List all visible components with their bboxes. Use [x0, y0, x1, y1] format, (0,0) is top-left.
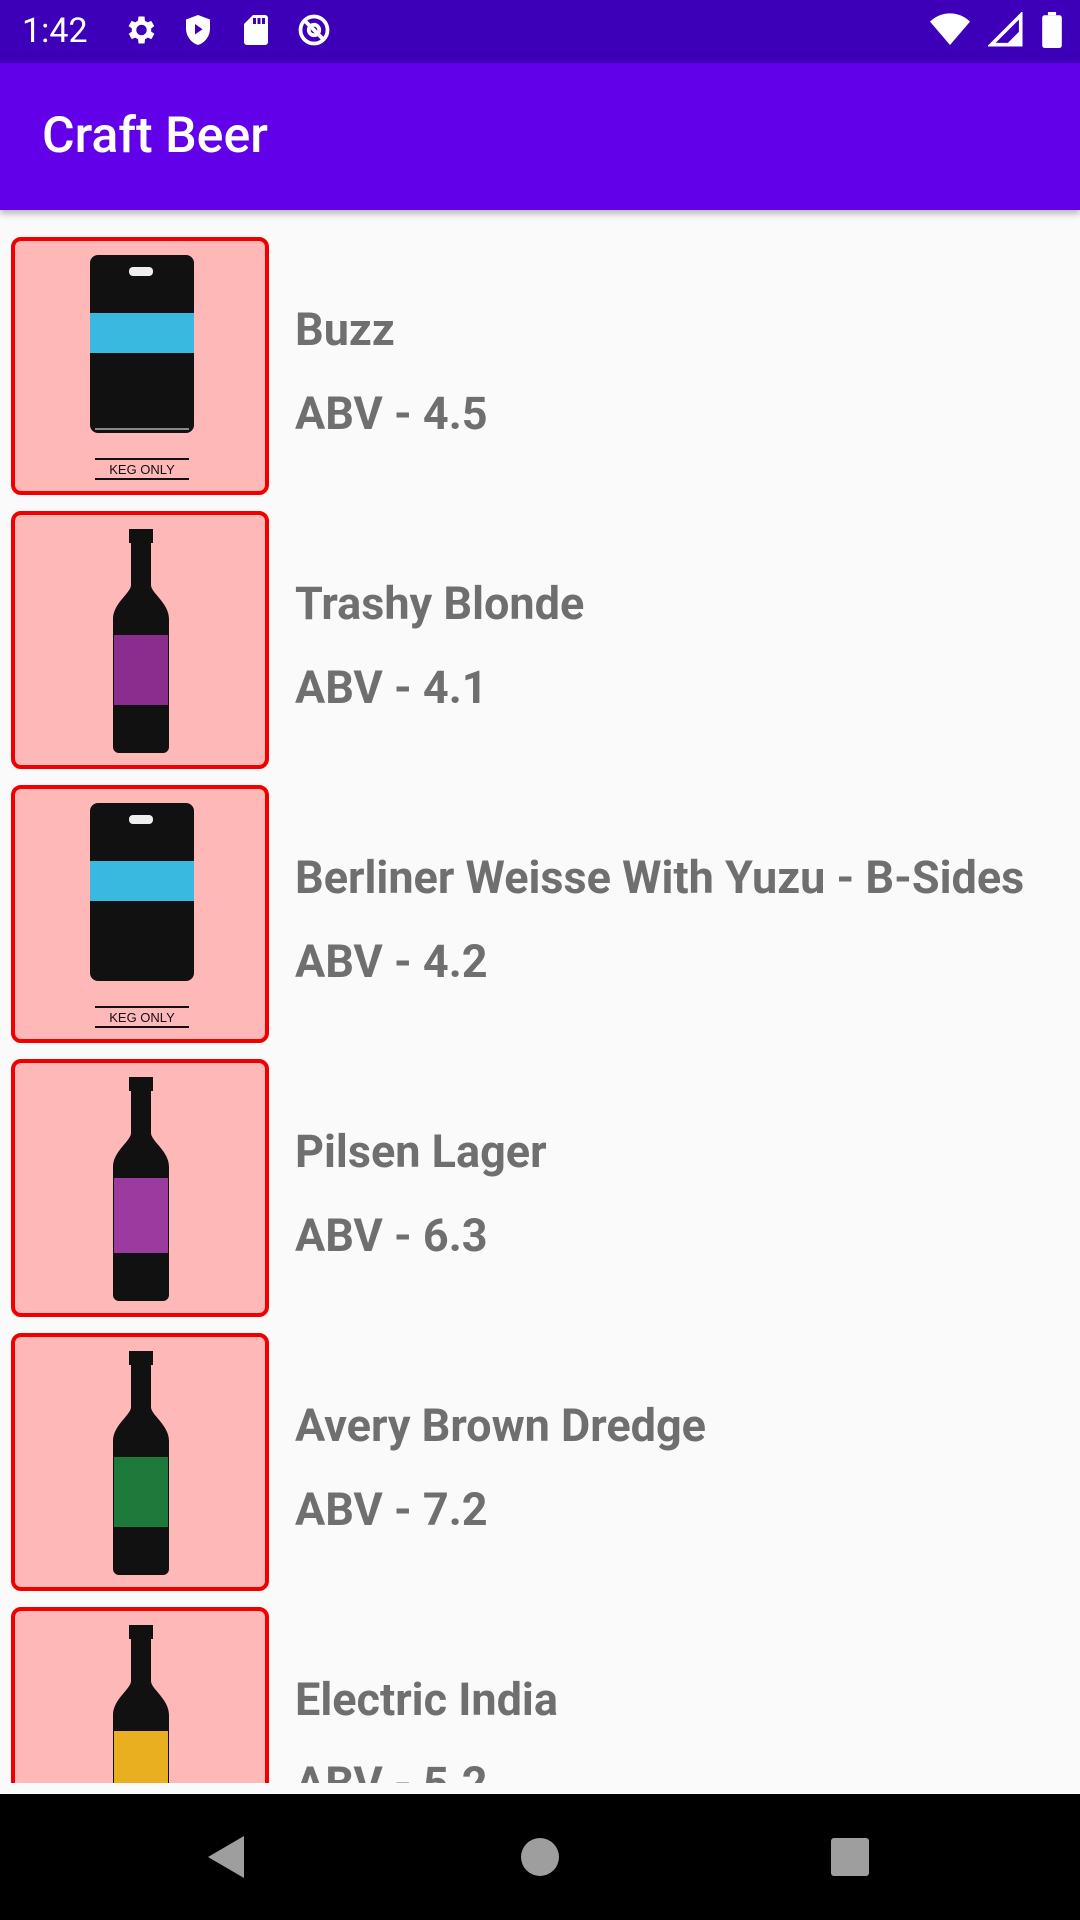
list-item[interactable]: Pilsen Lager ABV - 6.3 — [0, 1032, 1080, 1317]
status-right-icons — [930, 12, 1062, 48]
app-bar: Craft Beer — [0, 63, 1080, 210]
keg-icon: KEG ONLY — [90, 803, 194, 1028]
list-item[interactable]: Avery Brown Dredge ABV - 7.2 — [0, 1306, 1080, 1591]
bottle-green-label-icon — [113, 1351, 169, 1575]
bottle-purple-label-icon — [113, 1077, 169, 1301]
beer-thumbnail — [11, 1059, 269, 1317]
beer-thumbnail — [11, 511, 269, 769]
beer-abv: ABV - 4.5 — [295, 387, 488, 440]
at-sign-icon — [298, 14, 330, 46]
list-item[interactable]: Trashy Blonde ABV - 4.1 — [0, 484, 1080, 769]
beer-abv: ABV - 7.2 — [295, 1483, 488, 1536]
back-icon[interactable] — [190, 1822, 260, 1892]
beer-thumbnail — [11, 1607, 269, 1783]
wifi-icon — [930, 13, 970, 45]
status-bar: 1:42 — [0, 0, 1080, 63]
beer-name: Electric India — [295, 1673, 558, 1726]
beer-name: Pilsen Lager — [295, 1125, 547, 1178]
beer-name: Buzz — [295, 303, 395, 356]
battery-icon — [1042, 12, 1062, 48]
list-item[interactable]: KEG ONLY Berliner Weisse With Yuzu - B-S… — [0, 758, 1080, 1043]
beer-abv: ABV - 5.2 — [295, 1757, 488, 1783]
sd-card-icon — [244, 15, 268, 45]
beer-abv: ABV - 4.2 — [295, 935, 488, 988]
beer-abv: ABV - 6.3 — [295, 1209, 488, 1262]
beer-list[interactable]: KEG ONLY Buzz ABV - 4.5 Trashy Blonde AB… — [0, 210, 1080, 1783]
beer-thumbnail: KEG ONLY — [11, 785, 269, 1043]
home-icon[interactable] — [505, 1822, 575, 1892]
beer-name: Avery Brown Dredge — [295, 1399, 706, 1452]
navigation-bar — [0, 1794, 1080, 1920]
status-left-icons — [122, 12, 332, 48]
keg-icon: KEG ONLY — [90, 255, 194, 480]
shield-play-icon — [186, 15, 210, 45]
beer-abv: ABV - 4.1 — [295, 661, 488, 714]
list-item[interactable]: KEG ONLY Buzz ABV - 4.5 — [0, 210, 1080, 495]
list-item[interactable]: Electric India ABV - 5.2 — [0, 1580, 1080, 1783]
bottle-purple-label-icon — [113, 529, 169, 753]
status-time: 1:42 — [22, 11, 88, 51]
recents-icon[interactable] — [815, 1822, 885, 1892]
keg-only-label: KEG ONLY — [109, 1010, 175, 1025]
app-title: Craft Beer — [42, 107, 268, 165]
settings-gear-icon — [128, 16, 155, 44]
cell-signal-icon — [988, 12, 1023, 47]
beer-thumbnail: KEG ONLY — [11, 237, 269, 495]
bottle-yellow-label-icon — [113, 1625, 169, 1783]
beer-name: Berliner Weisse With Yuzu - B-Sides — [295, 851, 1025, 904]
beer-name: Trashy Blonde — [295, 577, 585, 630]
beer-thumbnail — [11, 1333, 269, 1591]
keg-only-label: KEG ONLY — [109, 462, 175, 477]
